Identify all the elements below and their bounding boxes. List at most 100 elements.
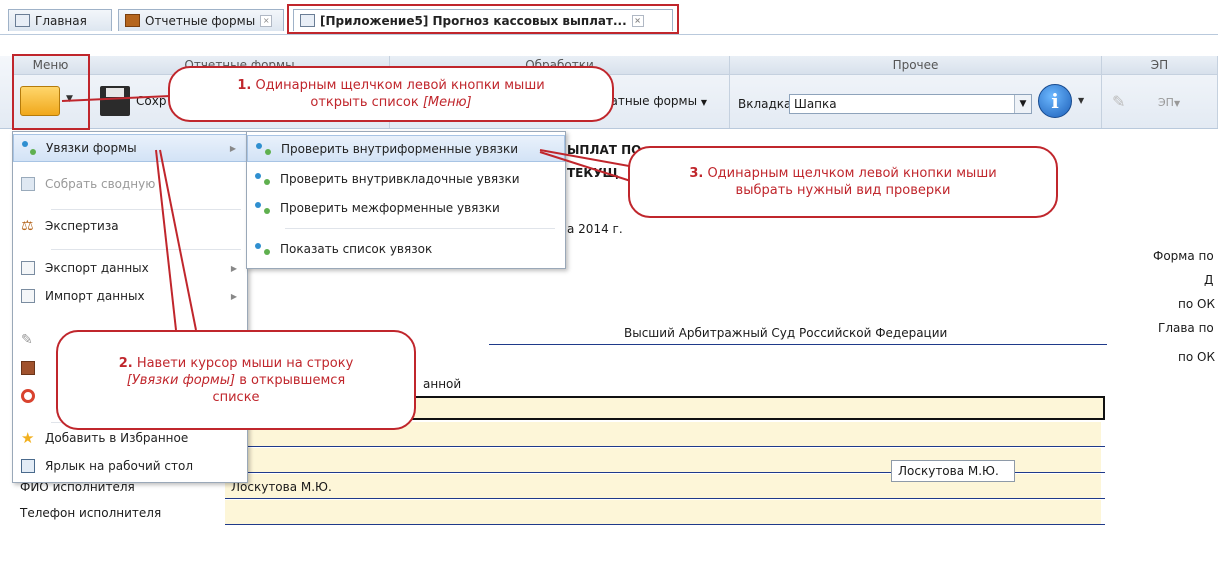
submenu-item-label: Показать список увязок bbox=[280, 241, 433, 256]
book-icon bbox=[125, 14, 140, 27]
callout-3-text-a: Одинарным щелчком левой кнопки мыши bbox=[703, 166, 997, 181]
menu-item-export[interactable]: Экспорт данных ▶ bbox=[13, 254, 247, 282]
menu-item-label: Добавить в Избранное bbox=[45, 431, 189, 445]
menu-item-label: Собрать сводную bbox=[45, 177, 156, 191]
callout-3-line2: выбрать нужный вид проверки bbox=[736, 182, 951, 199]
callout-1-text-a: Одинарным щелчком левой кнопки мыши bbox=[251, 78, 545, 93]
right-label-head: Глава по bbox=[1158, 321, 1214, 335]
links-icon bbox=[255, 242, 270, 255]
close-icon[interactable]: × bbox=[260, 14, 273, 27]
doc-title-line1: ЫПЛАТ ПО bbox=[567, 143, 642, 157]
field-underline bbox=[225, 524, 1105, 525]
menu-item-collect: Собрать сводную bbox=[13, 170, 247, 198]
submenu-item-label: Проверить внутриформенные увязки bbox=[281, 141, 518, 156]
menu-separator bbox=[285, 228, 555, 229]
collect-icon bbox=[21, 177, 35, 191]
submenu-item-check-internal[interactable]: Проверить внутриформенные увязки bbox=[247, 135, 565, 162]
chevron-down-icon: ▼ bbox=[1078, 96, 1085, 105]
shortcut-icon bbox=[21, 459, 35, 473]
tab-label: Главная bbox=[35, 13, 87, 28]
menu-button-highlight bbox=[12, 54, 90, 130]
menu-item-label: Импорт данных bbox=[45, 289, 145, 303]
chevron-right-icon: ▶ bbox=[230, 263, 237, 273]
callout-1-num: 1. bbox=[237, 78, 252, 93]
callout-2-line1: 2. Навети курсор мыши на строку bbox=[119, 355, 354, 372]
archive-icon bbox=[21, 361, 35, 375]
home-icon bbox=[15, 14, 30, 27]
tab-selector-label: Вкладка bbox=[738, 97, 792, 111]
links-icon bbox=[255, 201, 270, 214]
callout-3: 3. Одинарным щелчком левой кнопки мыши в… bbox=[628, 146, 1058, 218]
callout-1: 1. Одинарным щелчком левой кнопки мыши о… bbox=[168, 66, 614, 122]
links-icon bbox=[255, 172, 270, 185]
right-label-okato: по ОК bbox=[1178, 350, 1215, 364]
callout-2-line3: списке bbox=[212, 389, 259, 406]
callout-2-line2: [Увязки формы] в открывшемся bbox=[127, 372, 345, 389]
active-tab-highlight bbox=[287, 4, 679, 34]
chevron-down-icon: ▼ bbox=[1173, 99, 1181, 108]
phone-field[interactable] bbox=[225, 500, 1101, 524]
submenu-item-label: Проверить внутривкладочные увязки bbox=[280, 171, 520, 186]
tab-home[interactable]: Главная bbox=[8, 9, 112, 31]
chevron-right-icon: ▶ bbox=[229, 143, 236, 153]
tab-selector-value: Шапка bbox=[794, 97, 837, 111]
callout-3-text-b: выбрать нужный вид проверки bbox=[735, 183, 951, 198]
submenu-item-check-interform[interactable]: Проверить межформенные увязки bbox=[247, 194, 565, 221]
submenu-item-check-intratab[interactable]: Проверить внутривкладочные увязки bbox=[247, 165, 565, 192]
callout-1-text-b: открыть список bbox=[310, 95, 423, 110]
menu-separator bbox=[51, 249, 241, 250]
save-label: Сохр bbox=[136, 94, 167, 108]
menu-separator bbox=[51, 209, 241, 210]
ep-label: ЭП bbox=[1158, 96, 1174, 109]
tab-selector[interactable]: Шапка ▼ bbox=[789, 94, 1032, 114]
info-button[interactable]: i ▼ bbox=[1038, 84, 1094, 120]
callout-3-num: 3. bbox=[689, 166, 704, 181]
tooltip: Лоскутова М.Ю. bbox=[891, 460, 1015, 482]
callout-2-italic: [Увязки формы] bbox=[126, 372, 236, 388]
callout-2: 2. Навети курсор мыши на строку [Увязки … bbox=[56, 330, 416, 430]
scales-icon: ⚖ bbox=[21, 218, 34, 234]
submenu-item-show-list[interactable]: Показать список увязок bbox=[247, 235, 565, 262]
right-label-date: Д bbox=[1204, 273, 1214, 287]
menu-item-label: Ярлык на рабочий стол bbox=[45, 459, 193, 473]
menu-item-expertise[interactable]: ⚖ Экспертиза bbox=[13, 212, 247, 240]
chevron-right-icon: ▶ bbox=[230, 291, 237, 301]
menu-item-links[interactable]: Увязки формы ▶ bbox=[13, 134, 247, 162]
phone-label: Телефон исполнителя bbox=[20, 506, 162, 520]
export-icon bbox=[21, 261, 35, 275]
callout-2-num: 2. bbox=[118, 355, 133, 371]
tab-report-forms[interactable]: Отчетные формы × bbox=[118, 9, 284, 31]
callout-2-text-c: списке bbox=[212, 389, 260, 405]
callout-1-line2: открыть список [Меню] bbox=[310, 94, 471, 111]
main-menu: Увязки формы ▶ Собрать сводную ⚖ Эксперт… bbox=[12, 131, 248, 483]
links-icon bbox=[22, 141, 36, 155]
floppy-label-icon bbox=[106, 88, 124, 97]
menu-item-shortcut[interactable]: Ярлык на рабочий стол bbox=[13, 452, 247, 480]
pen-icon: ✎ bbox=[1112, 92, 1126, 111]
callout-1-italic: [Меню] bbox=[422, 95, 472, 110]
info-icon: i bbox=[1038, 84, 1072, 118]
menu-item-label: Увязки формы bbox=[46, 141, 137, 155]
callout-2-text-b: в открывшемся bbox=[235, 372, 346, 388]
menu-item-import[interactable]: Импорт данных ▶ bbox=[13, 282, 247, 310]
links-submenu: Проверить внутриформенные увязки Провери… bbox=[246, 131, 566, 269]
callout-1-line1: 1. Одинарным щелчком левой кнопки мыши bbox=[237, 77, 544, 94]
menu-item-label: Экспертиза bbox=[45, 219, 119, 233]
field-underline bbox=[225, 446, 1105, 447]
partial-label: анной bbox=[423, 377, 462, 391]
star-icon: ★ bbox=[21, 429, 35, 447]
menu-item-label: Экспорт данных bbox=[45, 261, 149, 275]
import-icon bbox=[21, 289, 35, 303]
chevron-down-icon[interactable]: ▼ bbox=[1014, 95, 1031, 113]
ep-button[interactable]: ЭП▼ bbox=[1158, 96, 1180, 109]
tooltip-text: Лоскутова М.Ю. bbox=[898, 464, 999, 478]
group-title: Прочее bbox=[730, 56, 1101, 75]
submenu-item-label: Проверить межформенные увязки bbox=[280, 200, 500, 215]
callout-2-text-a: Навети курсор мыши на строку bbox=[132, 355, 354, 371]
save-button[interactable]: Сохр bbox=[100, 84, 166, 120]
tab-label: Отчетные формы bbox=[145, 13, 256, 28]
org-name: Высший Арбитражный Суд Российской Федера… bbox=[624, 326, 948, 340]
right-label-okpo: по ОК bbox=[1178, 297, 1215, 311]
links-icon bbox=[256, 142, 271, 155]
callout-3-line1: 3. Одинарным щелчком левой кнопки мыши bbox=[689, 165, 996, 182]
